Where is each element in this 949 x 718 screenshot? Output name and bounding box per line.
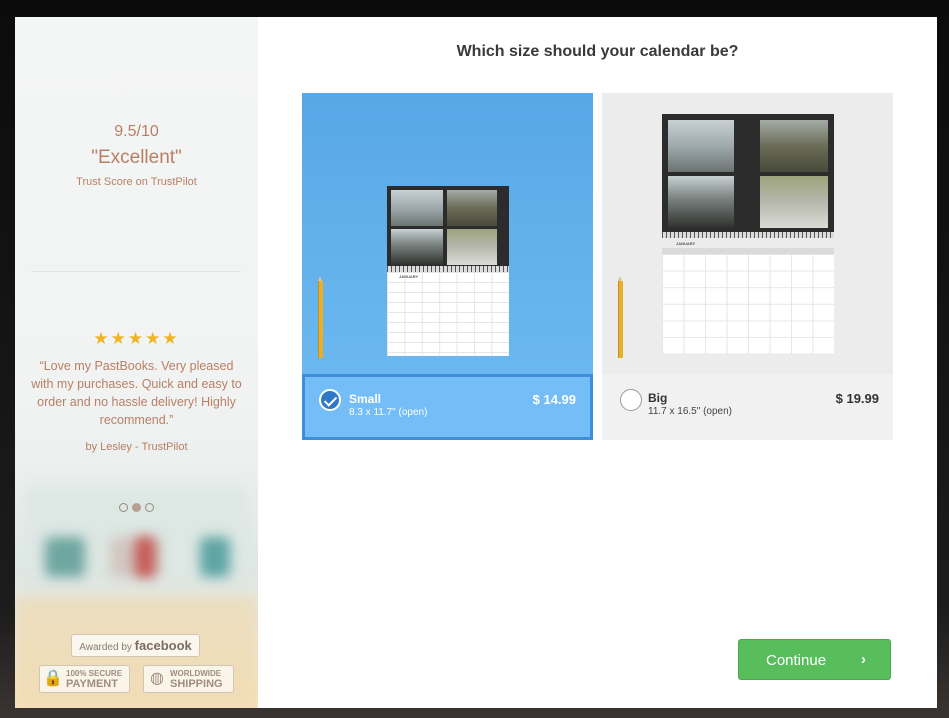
option-name: Big: [648, 391, 668, 405]
continue-button[interactable]: Continue ›: [738, 639, 891, 680]
size-option-big[interactable]: JANUARY Big 11.7 x 16.5" (open) $ 19.99: [602, 93, 893, 440]
secure-payment-badge: 🔒 100% SECURE PAYMENT: [39, 665, 130, 693]
continue-label: Continue: [766, 652, 827, 669]
blurred-background-shape: [135, 537, 155, 577]
chevron-right-icon: ›: [861, 651, 866, 668]
carousel-dots: [15, 499, 258, 517]
big-calendar-preview: JANUARY: [602, 93, 893, 374]
option-price: $ 19.99: [835, 391, 879, 406]
trust-score-word: "Excellent": [91, 147, 182, 168]
carousel-dot[interactable]: [145, 503, 154, 512]
shipping-badge-line2: SHIPPING: [170, 678, 223, 690]
secure-badge-line1: 100% SECURE: [66, 669, 123, 678]
size-selection-modal: 9.5/10 "Excellent" Trust Score on TrustP…: [15, 17, 937, 708]
carousel-dot[interactable]: [119, 503, 128, 512]
secure-badge-line2: PAYMENT: [66, 678, 118, 690]
trust-sidebar: 9.5/10 "Excellent" Trust Score on TrustP…: [15, 17, 258, 708]
big-option-footer[interactable]: Big 11.7 x 16.5" (open) $ 19.99: [602, 374, 893, 440]
trust-score-value: 9.5/10: [114, 123, 159, 140]
review-text: “Love my PastBooks. Very pleased with my…: [31, 359, 242, 427]
small-option-footer[interactable]: Small 8.3 x 11.7" (open) $ 14.99: [302, 374, 593, 440]
small-calendar-preview: JANUARY: [302, 93, 593, 374]
option-name: Small: [349, 392, 382, 406]
option-price: $ 14.99: [532, 392, 576, 407]
size-option-small[interactable]: JANUARY Small 8.3 x 11.7" (open) $ 14.99: [302, 93, 593, 440]
lock-icon: 🔒: [43, 670, 63, 687]
review-stars-icon: ★★★★★: [93, 329, 180, 348]
fb-badge-brand: facebook: [134, 638, 192, 653]
selected-check-icon[interactable]: [319, 389, 341, 411]
option-dimensions: 8.3 x 11.7" (open): [349, 407, 428, 418]
facebook-award-badge: Awarded by facebook: [71, 634, 200, 657]
calendar-mockup: JANUARY: [662, 114, 834, 354]
carousel-dot-active[interactable]: [132, 503, 141, 512]
option-dimensions: 11.7 x 16.5" (open): [648, 406, 732, 417]
page-title: Which size should your calendar be?: [456, 43, 739, 60]
trust-score-caption: Trust Score on TrustPilot: [76, 176, 197, 188]
sidebar-divider: [31, 271, 241, 272]
unselected-radio-icon[interactable]: [620, 389, 642, 411]
calendar-mockup: JANUARY: [387, 186, 509, 356]
blurred-background-shape: [45, 537, 85, 577]
globe-icon: ◍: [150, 670, 164, 687]
shipping-badge-line1: WORLDWIDE: [170, 669, 222, 678]
worldwide-shipping-badge: ◍ WORLDWIDE SHIPPING: [143, 665, 234, 693]
fb-badge-prefix: Awarded by: [79, 642, 132, 653]
blurred-background-shape: [200, 537, 230, 577]
review-author: by Lesley - TrustPilot: [85, 441, 188, 453]
